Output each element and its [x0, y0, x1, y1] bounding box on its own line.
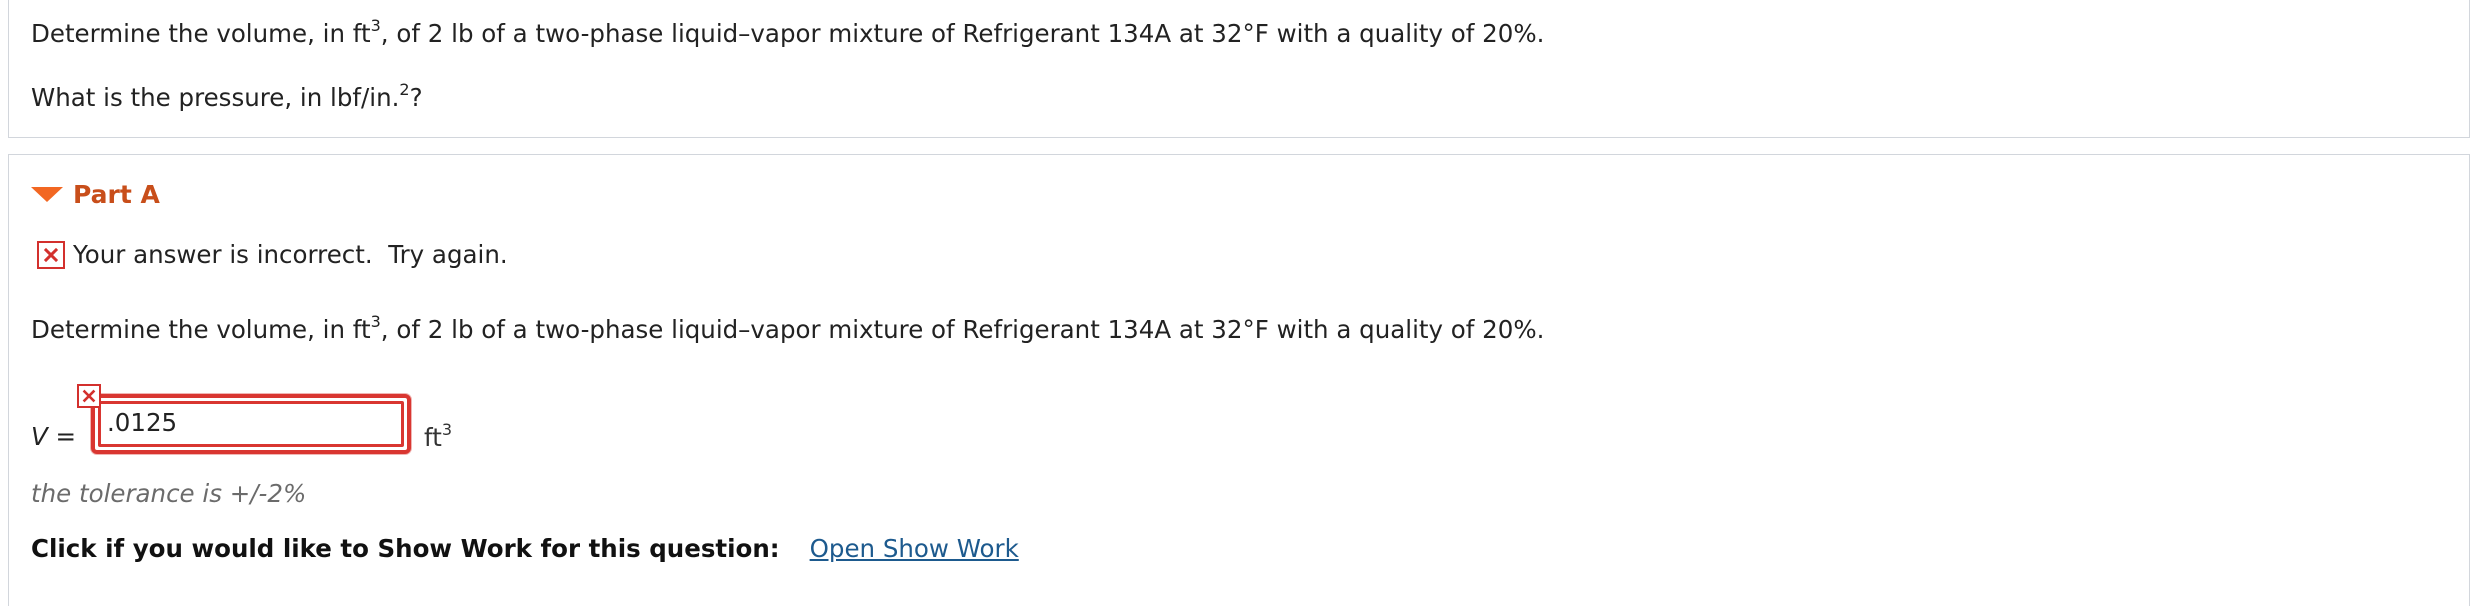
- question-box: Determine the volume, in ft3, of 2 lb of…: [8, 0, 2470, 138]
- incorrect-marker-icon: [77, 384, 101, 408]
- part-a-panel: Part A Your answer is incorrect. Try aga…: [8, 154, 2470, 606]
- feedback-text: Your answer is incorrect. Try again.: [73, 240, 508, 269]
- question-pressure-text-rest: ?: [409, 83, 423, 113]
- equals-sign: =: [47, 422, 77, 451]
- part-prompt: Determine the volume, in ft3, of 2 lb of…: [31, 312, 1545, 345]
- show-work-label: Click if you would like to Show Work for…: [31, 534, 780, 563]
- question-pressure-text: What is the pressure, in lbf/in.: [31, 83, 400, 113]
- prompt-exponent: 3: [370, 312, 381, 331]
- prompt-text-rest: , of 2 lb of a two-phase liquid–vapor mi…: [380, 315, 1545, 345]
- part-title: Part A: [73, 179, 160, 209]
- question-volume-exponent: 3: [370, 16, 381, 35]
- variable-symbol: V: [31, 422, 48, 451]
- show-work-row: Click if you would like to Show Work for…: [31, 534, 1019, 563]
- question-volume-text-rest: , of 2 lb of a two-phase liquid–vapor mi…: [380, 19, 1545, 49]
- prompt-text: Determine the volume, in ft: [31, 315, 371, 345]
- question-pressure-exponent: 2: [399, 80, 410, 99]
- tolerance-note: the tolerance is +/-2%: [31, 479, 307, 508]
- variable-label: V =: [31, 422, 76, 451]
- answer-input[interactable]: [101, 404, 401, 444]
- answer-input-frame: [91, 394, 411, 454]
- feedback-message: Your answer is incorrect. Try again.: [37, 240, 508, 269]
- x-mark-icon: [37, 240, 65, 269]
- unit-exponent: 3: [441, 420, 452, 439]
- answer-row: V = ft3: [31, 384, 931, 454]
- unit-base: ft: [424, 423, 442, 453]
- question-line-volume: Determine the volume, in ft3, of 2 lb of…: [31, 16, 1545, 49]
- open-show-work-link[interactable]: Open Show Work: [810, 534, 1019, 563]
- part-a-header[interactable]: Part A: [31, 177, 160, 211]
- question-volume-text: Determine the volume, in ft: [31, 19, 371, 49]
- triangle-down-icon[interactable]: [31, 185, 63, 203]
- answer-input-box: [98, 401, 404, 447]
- question-line-pressure: What is the pressure, in lbf/in.2?: [31, 80, 423, 113]
- unit-label: ft3: [424, 420, 452, 453]
